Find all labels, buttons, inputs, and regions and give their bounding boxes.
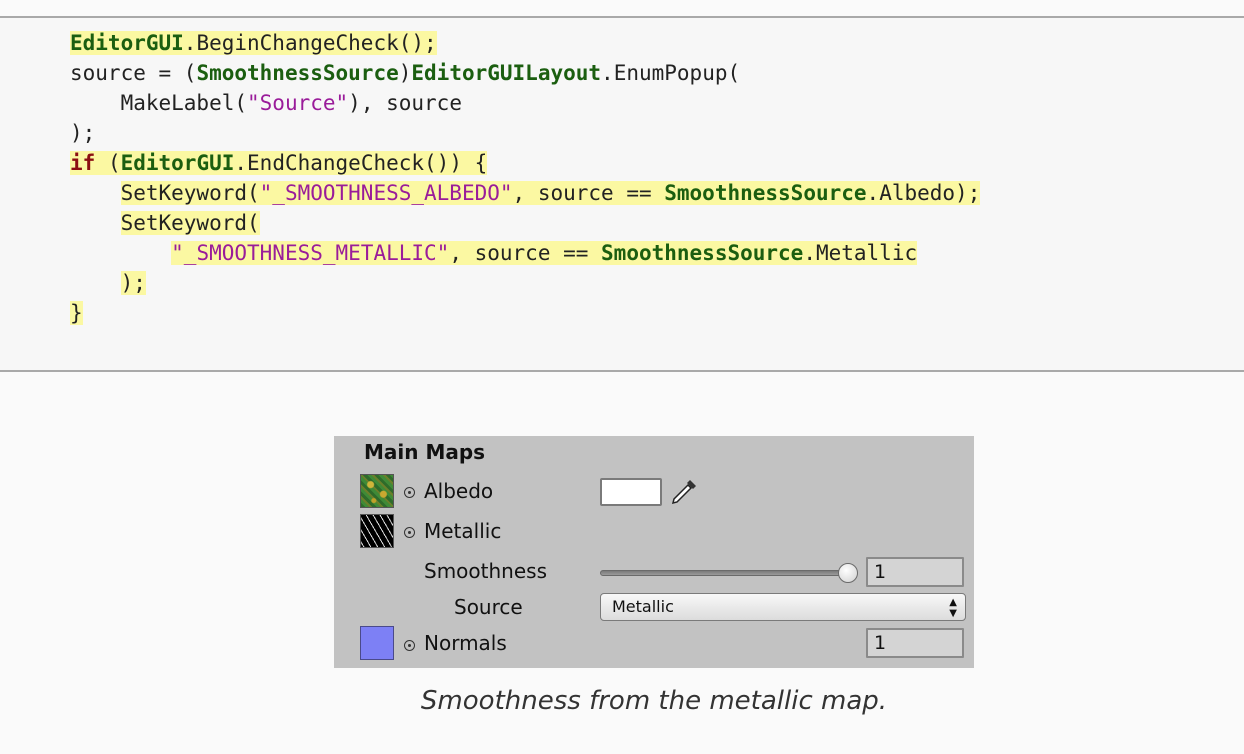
- code-text: ): [398, 61, 412, 85]
- code-string: "_SMOOTHNESS_ALBEDO": [259, 181, 513, 205]
- code-type: EditorGUI: [120, 151, 235, 175]
- metallic-label: Metallic: [424, 519, 502, 543]
- code-type: SmoothnessSource: [196, 61, 399, 85]
- code-line-5: if (EditorGUI.EndChangeCheck()) {: [70, 151, 488, 175]
- albedo-color-field[interactable]: [600, 478, 662, 506]
- smoothness-label: Smoothness: [424, 559, 547, 583]
- object-picker-icon[interactable]: [404, 487, 415, 498]
- eyedropper-icon[interactable]: [668, 476, 700, 508]
- code-text: , source ==: [449, 241, 602, 265]
- code-line-9: );: [120, 271, 146, 295]
- code-line-8: "_SMOOTHNESS_METALLIC", source == Smooth…: [171, 241, 918, 265]
- smoothness-value-field[interactable]: 1: [866, 557, 964, 587]
- metallic-texture-thumbnail[interactable]: [360, 514, 394, 548]
- normals-scale-field[interactable]: 1: [866, 628, 964, 658]
- code-string: "Source": [247, 91, 349, 115]
- source-dropdown-value: Metallic: [612, 597, 674, 616]
- inspector-panel: Main Maps Albedo Metallic Smoothness 1 S…: [334, 436, 974, 668]
- object-picker-icon[interactable]: [404, 527, 415, 538]
- code-type: SmoothnessSource: [664, 181, 867, 205]
- code-string: "_SMOOTHNESS_METALLIC": [171, 241, 450, 265]
- updown-arrow-icon: ▲ ▼: [949, 597, 957, 619]
- code-line-2: source = (SmoothnessSource)EditorGUILayo…: [70, 61, 740, 85]
- code-text: , source ==: [512, 181, 665, 205]
- code-text: .BeginChangeCheck();: [183, 31, 437, 55]
- figure-caption: Smoothness from the metallic map.: [420, 686, 888, 716]
- code-line-10: }: [70, 301, 83, 325]
- smoothness-slider-track[interactable]: [600, 570, 850, 576]
- code-text: .Metallic: [803, 241, 918, 265]
- albedo-label: Albedo: [424, 479, 494, 503]
- code-text: SetKeyword(: [120, 181, 260, 205]
- code-text: source = (: [70, 61, 197, 85]
- code-line-3: MakeLabel("Source"), source: [70, 91, 462, 115]
- code-keyword: if: [70, 151, 96, 175]
- source-dropdown[interactable]: Metallic ▲ ▼: [600, 593, 966, 621]
- code-type: EditorGUI: [70, 31, 184, 55]
- code-text: .EnumPopup(: [601, 61, 741, 85]
- smoothness-slider-handle[interactable]: [838, 563, 858, 583]
- bottom-divider: [0, 370, 1244, 372]
- code-line-1: EditorGUI.BeginChangeCheck();: [70, 31, 437, 55]
- albedo-texture-thumbnail[interactable]: [360, 474, 394, 508]
- object-picker-icon[interactable]: [404, 640, 415, 651]
- normals-label: Normals: [424, 631, 507, 655]
- code-listing: EditorGUI.BeginChangeCheck(); source = (…: [70, 28, 981, 328]
- code-text: MakeLabel(: [70, 91, 248, 115]
- code-type: SmoothnessSource: [601, 241, 804, 265]
- code-line-4: );: [70, 121, 96, 145]
- code-text: ), source: [348, 91, 462, 115]
- code-line-7: SetKeyword(: [120, 211, 260, 235]
- code-text: (: [95, 151, 121, 175]
- code-type: EditorGUILayout: [411, 61, 602, 85]
- code-text: .Albedo);: [866, 181, 981, 205]
- code-text: .EndChangeCheck()) {: [234, 151, 488, 175]
- normals-texture-thumbnail[interactable]: [360, 626, 394, 660]
- section-title: Main Maps: [364, 440, 486, 464]
- code-line-6: SetKeyword("_SMOOTHNESS_ALBEDO", source …: [120, 181, 981, 205]
- source-label: Source: [454, 595, 523, 619]
